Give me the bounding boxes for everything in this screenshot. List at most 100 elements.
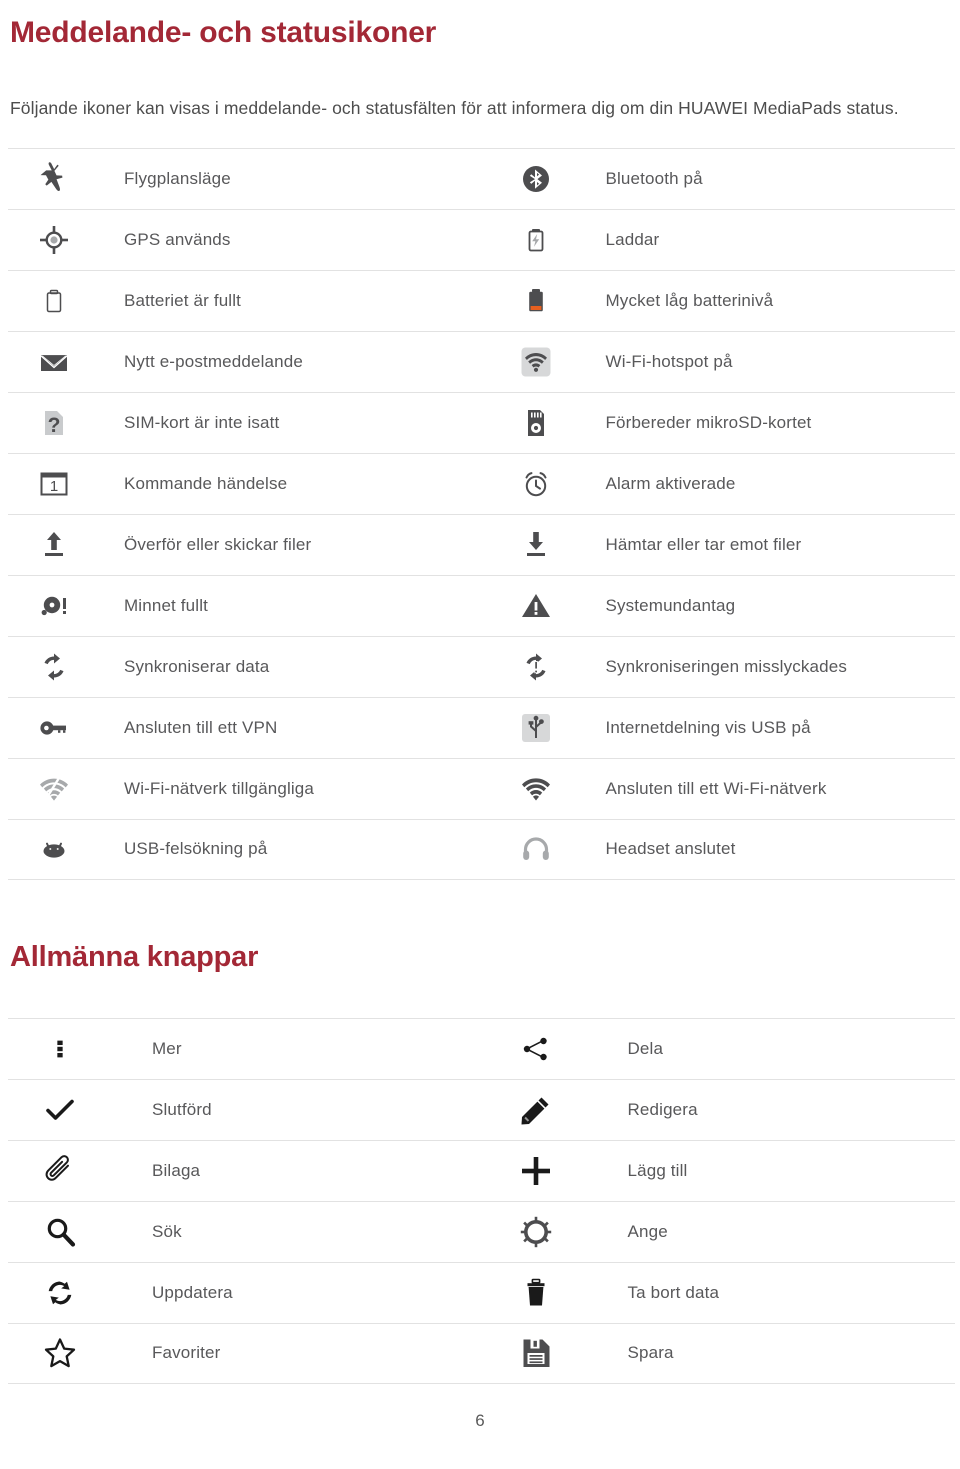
icon-label: Hämtar eller tar emot filer [605,534,802,554]
table-row: Favoriter Spara [8,1322,956,1384]
icon-label: Synkroniserar data [124,656,270,676]
table-row: Bilaga Lägg till [8,1139,956,1201]
table-row: Överför eller skickar filer Hämtar eller … [8,513,956,575]
svg-text:?: ? [48,414,61,437]
envelope-icon [32,338,76,386]
icon-entry: Lägg till [482,1141,956,1201]
icon-label: Wi-Fi-hotspot på [605,351,733,371]
icon-label: Slutförd [152,1099,212,1119]
icon-entry: Överför eller skickar filer [8,515,482,575]
table-row: Ansluten till ett VPN Internetdelning vis… [8,696,956,758]
upload-arrow-icon [32,521,76,569]
usb-tethering-icon [514,704,558,752]
trash-icon [514,1269,558,1317]
wifi-connected-icon [514,765,558,813]
icon-entry: Förbereder mikroSD-kortet [482,393,956,453]
icon-entry: Minnet fullt [8,576,482,636]
icon-entry: Ansluten till ett Wi-Fi-nätverk [482,759,956,819]
icon-label: Internetdelning vis USB på [605,717,811,737]
save-disk-icon [514,1329,558,1377]
icon-entry: Ange [482,1202,956,1262]
icon-entry: Mycket låg batterinivå [482,271,956,331]
icon-entry: Flygplansläge [8,149,482,209]
icon-entry: Ta bort data [482,1263,956,1323]
icon-label: Ansluten till ett VPN [124,717,278,737]
icon-label: Systemundantag [605,595,736,615]
icon-entry: Dela [482,1019,956,1079]
refresh-icon [38,1269,82,1317]
storage-full-icon [32,582,76,630]
table-row: Batteriet är fullt Mycket låg batterinivå [8,269,956,331]
gear-icon [514,1208,558,1256]
checkmark-icon [38,1086,82,1134]
bluetooth-icon [514,155,558,203]
icon-label: Uppdatera [152,1282,233,1302]
wifi-hotspot-icon [514,338,558,386]
headset-icon [514,825,558,873]
table-row: Mer Dela [8,1017,956,1079]
warning-triangle-icon [514,582,558,630]
icon-label: Sök [152,1221,182,1241]
icon-entry: Wi-Fi-hotspot på [482,332,956,392]
plus-icon [514,1147,558,1195]
table-row: Wi-Fi-nätverk tillgängliga Ansluten till … [8,757,956,819]
icon-entry: Redigera [482,1080,956,1140]
icon-entry: Systemundantag [482,576,956,636]
airplane-icon [32,155,76,203]
icon-label: Ansluten till ett Wi-Fi-nätverk [605,778,827,798]
icon-entry: Mer [8,1019,482,1079]
icon-entry: Internetdelning vis USB på [482,698,956,758]
android-debug-icon [32,825,76,873]
icon-label: Synkroniseringen misslyckades [605,656,848,676]
icon-label: Laddar [605,229,660,249]
sync-error-icon [514,643,558,691]
battery-charging-icon [514,216,558,264]
table-row: Uppdatera Ta bort data [8,1261,956,1323]
icon-entry: Spara [482,1324,956,1383]
paperclip-icon [38,1147,82,1195]
icon-entry: Wi-Fi-nätverk tillgängliga [8,759,482,819]
intro-paragraph: Följande ikoner kan visas i meddelande- … [10,97,899,118]
table-row: USB-felsökning på Headset anslutet [8,818,956,880]
icon-label: Mycket låg batterinivå [605,290,774,310]
common-buttons-table: Mer Dela Slutförd Redigera Bilaga Lägg till Sö… [8,1017,956,1384]
table-row: ? SIM-kort är inte isatt Förbereder mikroS… [8,391,956,453]
icon-label: Förbereder mikroSD-kortet [605,412,812,432]
icon-entry: Headset anslutet [482,820,956,879]
icon-entry: Bluetooth på [482,149,956,209]
pencil-edit-icon [514,1086,558,1134]
table-row: Nytt e-postmeddelande Wi-Fi-hotspot på [8,330,956,392]
icon-label: Alarm aktiverade [605,473,736,493]
sync-icon [32,643,76,691]
icon-entry: Bilaga [8,1141,482,1201]
section-title-buttons: Allmänna knappar [10,940,259,973]
icon-label: Bluetooth på [605,168,703,188]
icon-entry: ? SIM-kort är inte isatt [8,393,482,453]
icon-label: Lägg till [627,1160,688,1180]
icon-entry: Ansluten till ett VPN [8,698,482,758]
icon-entry: Synkroniserar data [8,637,482,697]
icon-label: Ange [627,1221,668,1241]
icon-entry: Favoriter [8,1324,482,1383]
icon-entry: Uppdatera [8,1263,482,1323]
table-row: Minnet fullt Systemundantag [8,574,956,636]
icon-entry: Synkroniseringen misslyckades [482,637,956,697]
table-row: Slutförd Redigera [8,1078,956,1140]
icon-label: Ta bort data [627,1282,720,1302]
vpn-key-icon [32,704,76,752]
icon-label: GPS används [124,229,231,249]
icon-label: Flygplansläge [124,168,231,188]
icon-label: Redigera [627,1099,698,1119]
alarm-clock-icon [514,460,558,508]
icon-entry: Hämtar eller tar emot filer [482,515,956,575]
battery-low-icon [514,277,558,325]
svg-text:1: 1 [50,478,58,495]
icon-label: Batteriet är fullt [124,290,242,310]
icon-entry: Sök [8,1202,482,1262]
icon-label: SIM-kort är inte isatt [124,412,280,432]
icon-label: Headset anslutet [605,839,736,858]
icon-label: USB-felsökning på [124,839,268,858]
more-vertical-icon [38,1025,82,1073]
icon-entry: 1 Kommande händelse [8,454,482,514]
table-row: Synkroniserar data Synkroniseringen missl… [8,635,956,697]
